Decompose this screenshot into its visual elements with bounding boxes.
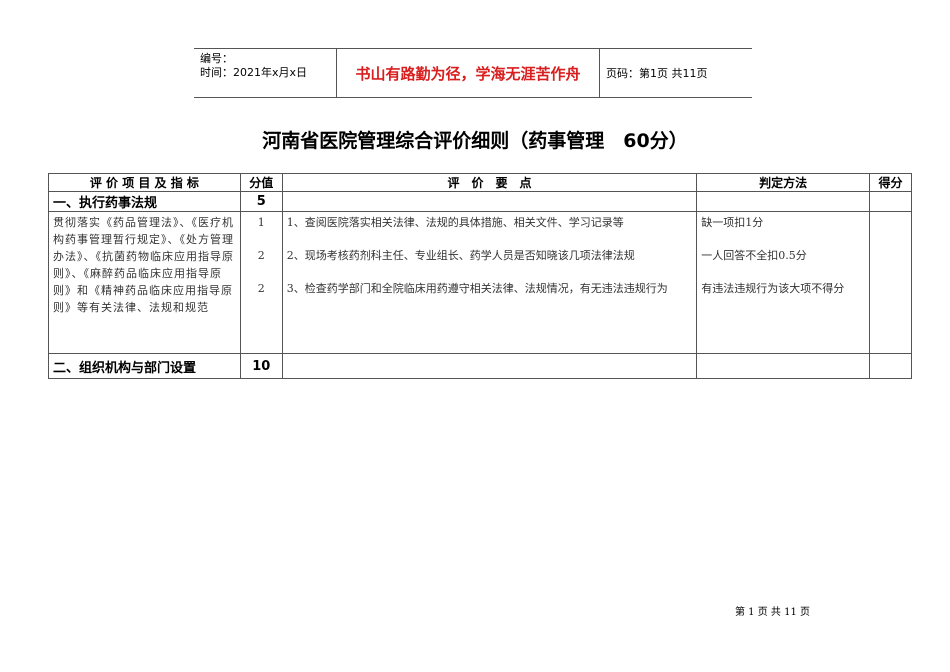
number-label: 编号： xyxy=(200,52,233,65)
column-header: 评 价 要 点 xyxy=(281,173,698,192)
result-cell xyxy=(868,211,913,354)
points-cell: 1、查阅医院落实相关法律、法规的具体措施、相关文件、学习记录等 2、现场考核药剂… xyxy=(281,211,698,354)
column-header: 分值 xyxy=(239,173,283,192)
column-header: 判定方法 xyxy=(696,173,870,192)
score-cell: 1 2 2 xyxy=(239,211,283,354)
indicator-cell: 贯彻落实《药品管理法》、《医疗机构药事管理暂行规定》、《处方管理办法》、《抗菌药… xyxy=(48,211,241,354)
page-title: 河南省医院管理综合评价细则（药事管理 60分） xyxy=(262,130,688,152)
section-row: 一、执行药事法规 5 xyxy=(48,191,913,212)
column-header: 得分 xyxy=(868,173,913,192)
section-name: 一、执行药事法规 xyxy=(48,191,241,212)
document-header: 编号： 时间：2021年x月x日 书山有路勤为径，学海无涯苦作舟 页码：第1页 … xyxy=(194,48,752,98)
page-footer: 第 1 页 共 11 页 xyxy=(735,607,810,618)
table-row: 贯彻落实《药品管理法》、《医疗机构药事管理暂行规定》、《处方管理办法》、《抗菌药… xyxy=(48,211,913,354)
column-header: 评 价 项 目 及 指 标 xyxy=(48,173,241,192)
evaluation-table: 评 价 项 目 及 指 标 分值 评 价 要 点 判定方法 得分 一、执行药事法… xyxy=(48,173,913,379)
table-header-row: 评 价 项 目 及 指 标 分值 评 价 要 点 判定方法 得分 xyxy=(48,173,913,192)
motto: 书山有路勤为径，学海无涯苦作舟 xyxy=(336,49,600,97)
page-label: 页码：第1页 共11页 xyxy=(606,67,708,80)
method-cell: 缺一项扣1分 一人回答不全扣0.5分 有违法违规行为该大项不得分 xyxy=(696,211,870,354)
section-name: 二、组织机构与部门设置 xyxy=(48,353,241,379)
section-score: 10 xyxy=(239,353,283,379)
section-row: 二、组织机构与部门设置 10 xyxy=(48,353,913,379)
time-label: 时间：2021年x月x日 xyxy=(200,66,308,79)
header-meta: 编号： 时间：2021年x月x日 xyxy=(194,49,336,97)
section-score: 5 xyxy=(239,191,283,212)
